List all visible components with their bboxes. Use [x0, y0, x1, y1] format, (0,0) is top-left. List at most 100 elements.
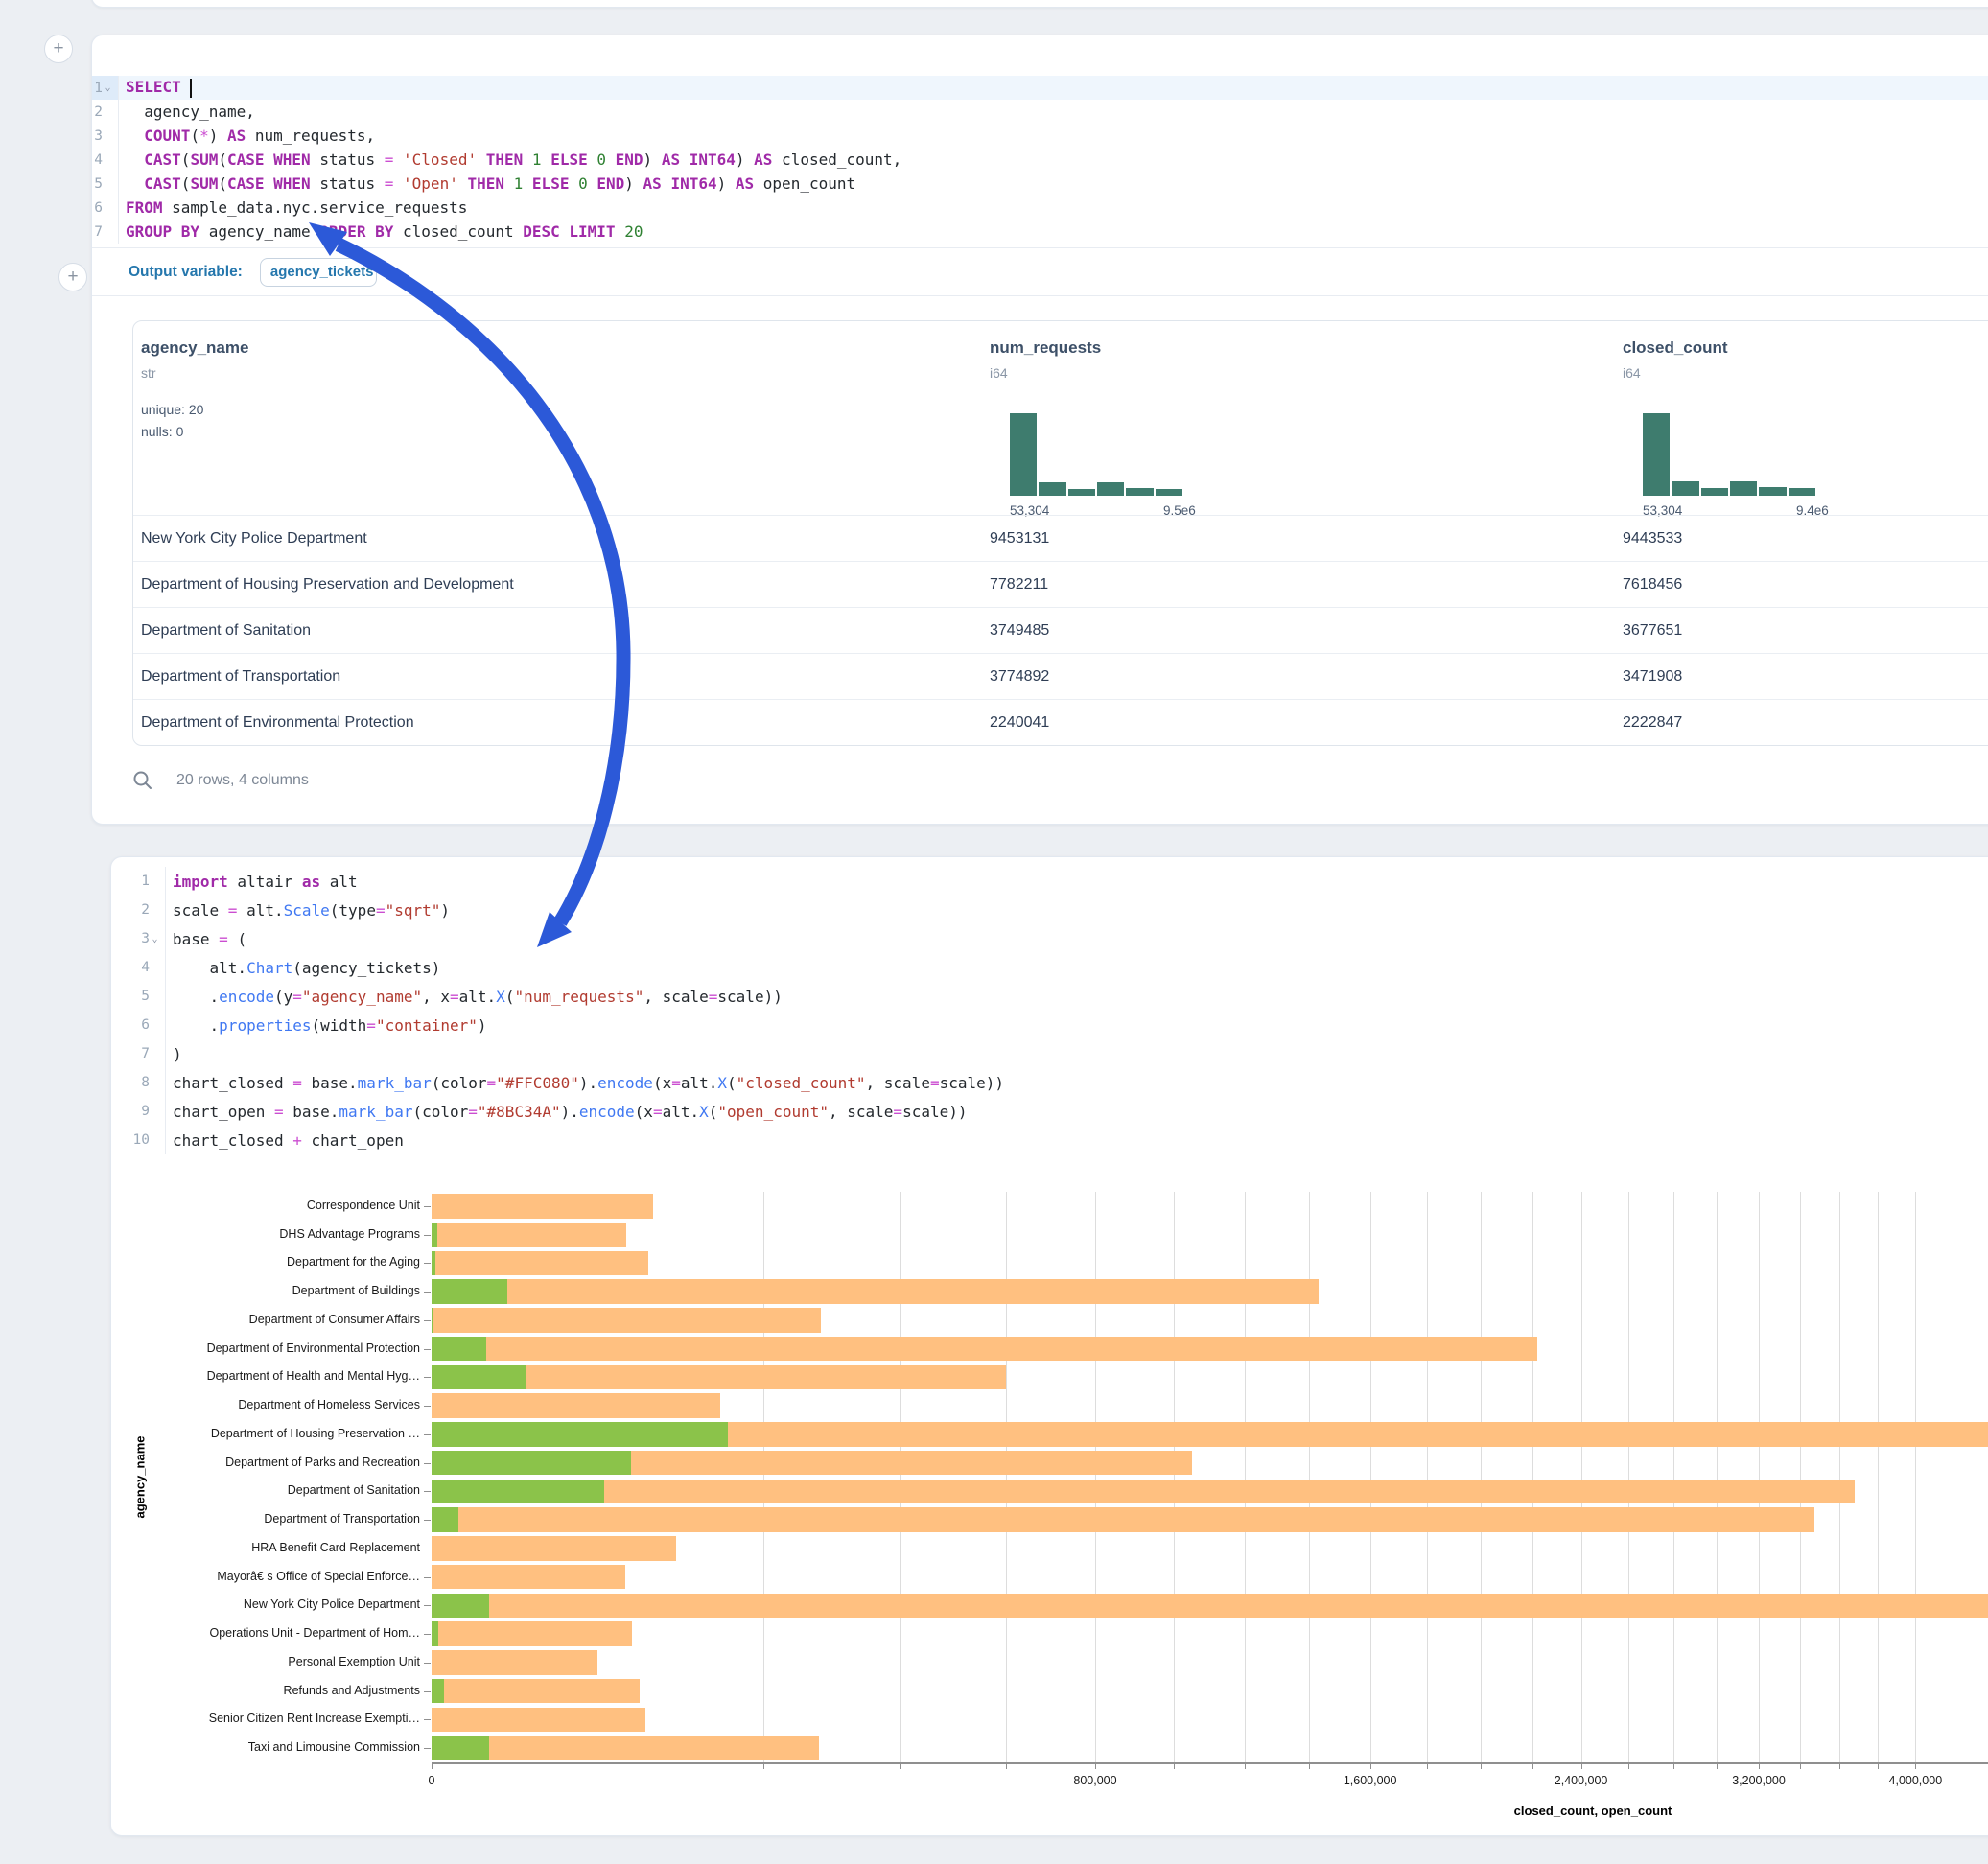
bar-closed[interactable]	[432, 1650, 597, 1675]
column-type-label: i64	[990, 365, 1008, 381]
bar-open[interactable]	[432, 1679, 444, 1704]
code-line[interactable]: 7GROUP BY agency_name ORDER BY closed_co…	[92, 220, 1988, 244]
add-cell-button-output[interactable]: +	[58, 263, 87, 291]
bar-closed[interactable]	[432, 1679, 640, 1704]
column-header[interactable]: num_requests	[990, 338, 1101, 358]
code-line[interactable]: 2scale = alt.Scale(type="sqrt")	[111, 896, 1988, 924]
bar-open[interactable]	[432, 1736, 489, 1760]
code-line[interactable]: 3⌄base = (	[111, 924, 1988, 953]
bar-open[interactable]	[432, 1279, 507, 1304]
chart-gridline	[1717, 1192, 1718, 1762]
python-editor[interactable]: 1import altair as alt2scale = alt.Scale(…	[111, 857, 1988, 1154]
bar-closed[interactable]	[432, 1736, 819, 1760]
y-axis-label: Department of Homeless Services	[132, 1398, 420, 1411]
bar-open[interactable]	[432, 1621, 438, 1646]
bar-closed[interactable]	[432, 1279, 1319, 1304]
output-variable-bar: Output variable: agency_tickets	[92, 248, 1988, 296]
code-line[interactable]: 1import altair as alt	[111, 867, 1988, 896]
code-line[interactable]: 5 CAST(SUM(CASE WHEN status = 'Open' THE…	[92, 172, 1988, 196]
bar-closed[interactable]	[432, 1480, 1855, 1504]
table-row[interactable]: New York City Police Department945313194…	[133, 515, 1988, 561]
code-line[interactable]: 8chart_closed = base.mark_bar(color="#FF…	[111, 1068, 1988, 1097]
y-axis-label: HRA Benefit Card Replacement	[132, 1541, 420, 1554]
table-row[interactable]: Department of Environmental Protection22…	[133, 699, 1988, 745]
bar-closed[interactable]	[432, 1565, 625, 1590]
code-line[interactable]: 5 .encode(y="agency_name", x=alt.X("num_…	[111, 982, 1988, 1011]
chart-gridline	[1628, 1192, 1629, 1762]
y-axis-label: Department of Buildings	[132, 1284, 420, 1297]
table-cell: Department of Environmental Protection	[141, 700, 414, 746]
y-axis-tick	[424, 1520, 431, 1521]
table-cell: 3471908	[1623, 654, 1682, 700]
y-axis-label: Department of Environmental Protection	[132, 1341, 420, 1355]
y-axis-label: Taxi and Limousine Commission	[132, 1740, 420, 1754]
bar-closed[interactable]	[432, 1621, 632, 1646]
bar-closed[interactable]	[432, 1708, 645, 1733]
bar-open[interactable]	[432, 1223, 437, 1247]
code-line[interactable]: 6 .properties(width="container")	[111, 1011, 1988, 1039]
sql-editor[interactable]: 1⌄SELECT 2 agency_name,3 COUNT(*) AS num…	[92, 35, 1988, 248]
bar-closed[interactable]	[432, 1507, 1814, 1532]
table-row[interactable]: Department of Sanitation37494853677651	[133, 607, 1988, 653]
bar-closed[interactable]	[432, 1536, 676, 1561]
x-axis-tick	[1481, 1763, 1482, 1769]
y-axis-label: Department of Parks and Recreation	[132, 1456, 420, 1469]
results-table: agency_namestrunique: 20nulls: 0num_requ…	[132, 320, 1988, 746]
table-cell: 7618456	[1623, 562, 1682, 608]
histogram-bar	[1039, 482, 1065, 496]
table-cell: 9453131	[990, 516, 1049, 562]
table-row[interactable]: Department of Transportation377489234719…	[133, 653, 1988, 699]
histogram-bar	[1701, 488, 1728, 496]
bar-open[interactable]	[432, 1251, 435, 1276]
y-axis-tick	[424, 1406, 431, 1407]
bar-open[interactable]	[432, 1337, 486, 1362]
bar-closed[interactable]	[432, 1194, 653, 1219]
bar-open[interactable]	[432, 1308, 433, 1333]
bar-open[interactable]	[432, 1480, 604, 1504]
code-line[interactable]: 9chart_open = base.mark_bar(color="#8BC3…	[111, 1097, 1988, 1126]
x-axis-tick	[763, 1763, 764, 1769]
bar-open[interactable]	[432, 1594, 489, 1619]
y-axis-tick	[424, 1235, 431, 1236]
x-axis-tick	[1370, 1763, 1371, 1769]
y-axis-label: Correspondence Unit	[132, 1199, 420, 1212]
bar-closed[interactable]	[432, 1594, 1988, 1619]
search-icon[interactable]	[132, 770, 153, 791]
code-line[interactable]: 3 COUNT(*) AS num_requests,	[92, 124, 1988, 148]
bar-open[interactable]	[432, 1422, 728, 1447]
y-axis-tick	[424, 1605, 431, 1606]
bar-closed[interactable]	[432, 1223, 626, 1247]
bar-closed[interactable]	[432, 1337, 1537, 1362]
fold-chevron-icon[interactable]: ⌄	[103, 82, 113, 93]
bar-open[interactable]	[432, 1365, 526, 1390]
column-header[interactable]: closed_count	[1623, 338, 1728, 358]
code-line[interactable]: 4 CAST(SUM(CASE WHEN status = 'Closed' T…	[92, 148, 1988, 172]
code-line[interactable]: 4 alt.Chart(agency_tickets)	[111, 953, 1988, 982]
chart-gridline	[900, 1192, 901, 1762]
output-variable-input[interactable]: agency_tickets	[260, 258, 377, 287]
x-axis-tick	[1915, 1763, 1916, 1769]
x-axis-tick-label: 1,600,000	[1313, 1774, 1428, 1787]
x-axis-tick	[1095, 1763, 1096, 1769]
histogram-bar	[1730, 481, 1757, 496]
chart-gridline	[1309, 1192, 1310, 1762]
code-line[interactable]: 7)	[111, 1039, 1988, 1068]
x-axis-tick	[900, 1763, 901, 1769]
chart-gridline	[1800, 1192, 1801, 1762]
code-line[interactable]: 6FROM sample_data.nyc.service_requests	[92, 196, 1988, 220]
bar-closed[interactable]	[432, 1393, 720, 1418]
code-line[interactable]: 2 agency_name,	[92, 100, 1988, 124]
bar-closed[interactable]	[432, 1251, 648, 1276]
bar-open[interactable]	[432, 1451, 631, 1476]
code-line[interactable]: 1⌄SELECT	[92, 76, 1988, 100]
bar-closed[interactable]	[432, 1308, 821, 1333]
add-cell-button-top[interactable]: +	[44, 35, 73, 63]
y-axis-tick	[424, 1491, 431, 1492]
table-row[interactable]: Department of Housing Preservation and D…	[133, 561, 1988, 607]
bar-open[interactable]	[432, 1507, 458, 1532]
column-header[interactable]: agency_name	[141, 338, 248, 358]
x-axis-tick	[1581, 1763, 1582, 1769]
y-axis-label: Senior Citizen Rent Increase Exempti…	[132, 1712, 420, 1725]
code-line[interactable]: 10chart_closed + chart_open	[111, 1126, 1988, 1154]
fold-chevron-icon[interactable]: ⌄	[150, 934, 160, 944]
